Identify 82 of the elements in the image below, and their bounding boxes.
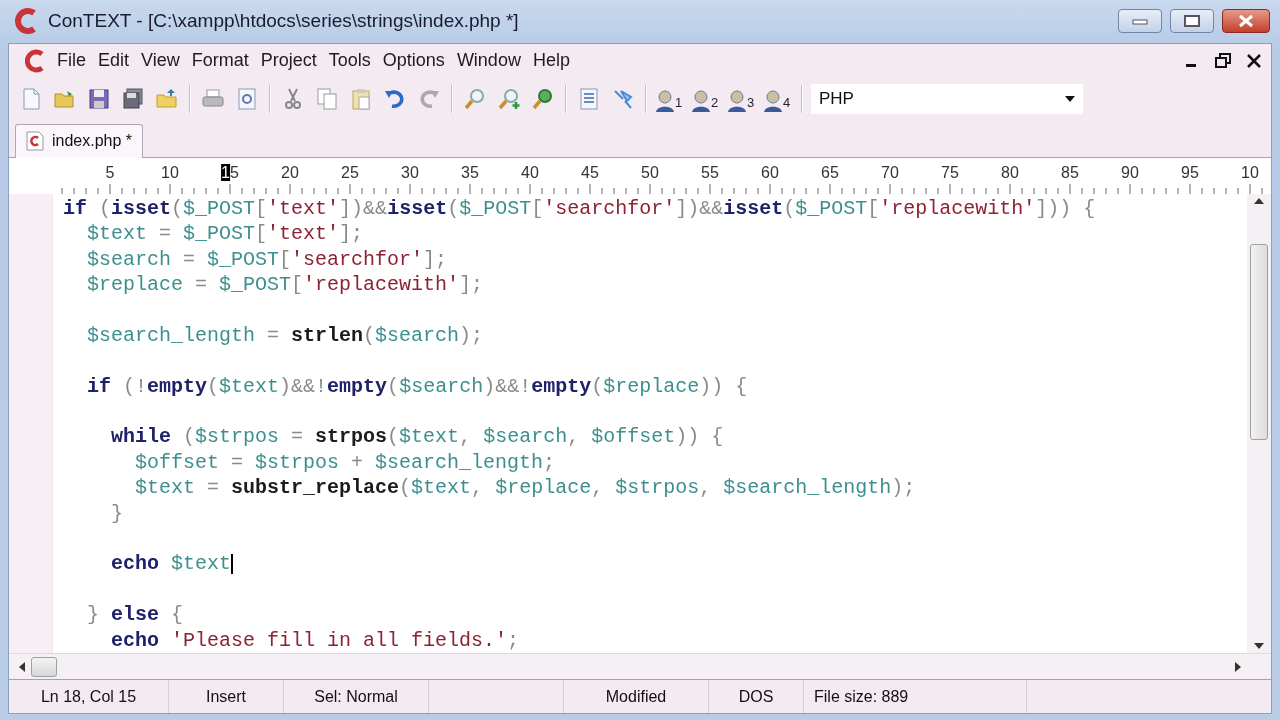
ruler-number: 65 bbox=[821, 162, 839, 183]
maximize-icon bbox=[1184, 15, 1200, 28]
document-list-icon bbox=[577, 86, 601, 111]
ruler-number: 15 bbox=[221, 162, 239, 183]
menu-item[interactable]: File bbox=[51, 45, 92, 77]
clipboard-icon bbox=[349, 86, 373, 111]
status-field: Sel: Normal bbox=[284, 680, 429, 713]
menu-item[interactable]: Format bbox=[185, 45, 255, 77]
maximize-button[interactable] bbox=[1170, 9, 1214, 34]
code-line: echo 'Please fill in all fields.'; bbox=[110, 627, 520, 653]
menu-item[interactable]: Tools bbox=[322, 45, 377, 77]
scroll-thumb[interactable] bbox=[1250, 243, 1268, 440]
restore-icon[interactable] bbox=[1215, 52, 1231, 69]
code-line: $replace = $_POST['replacewith']; bbox=[86, 272, 484, 298]
code-line: while ($strpos = strpos($text, $search, $offset)) { bbox=[110, 424, 724, 450]
floppy-disks-icon bbox=[121, 86, 145, 111]
code-line: $search_length = strlen($search); bbox=[86, 322, 484, 349]
user-button[interactable]: 1 bbox=[655, 84, 685, 113]
status-field: DOS bbox=[709, 680, 804, 713]
ruler-number: 55 bbox=[701, 162, 719, 183]
code-line: $offset = $strpos + $search_length; bbox=[134, 449, 556, 476]
scroll-down-icon[interactable] bbox=[1254, 643, 1264, 649]
code-line: } bbox=[110, 500, 123, 527]
menu-item[interactable]: Window bbox=[450, 45, 527, 77]
vertical-scrollbar[interactable] bbox=[1247, 193, 1271, 653]
status-field: Insert bbox=[169, 680, 284, 713]
caret-icon bbox=[1065, 95, 1075, 102]
scroll-left-icon[interactable] bbox=[19, 661, 25, 672]
copy-icon bbox=[315, 86, 339, 111]
page-preview-icon bbox=[235, 86, 259, 111]
close-button[interactable] bbox=[1222, 9, 1270, 34]
ruler-number: 35 bbox=[461, 162, 479, 183]
ruler-number: 80 bbox=[1001, 162, 1019, 183]
scroll-right-icon[interactable] bbox=[1235, 661, 1241, 672]
php-file-icon bbox=[26, 131, 44, 152]
close-icon[interactable] bbox=[1247, 53, 1261, 68]
scroll-thumb[interactable] bbox=[31, 656, 57, 677]
ruler-number: 60 bbox=[761, 162, 779, 183]
code-line: if (isset($_POST['text'])&&isset($_POST['searchfor'])&&isset($_POST['replacewith'])) { bbox=[63, 195, 1096, 222]
menu-item[interactable]: View bbox=[135, 45, 186, 77]
ruler-number: 10 bbox=[161, 162, 179, 183]
close-icon bbox=[1238, 14, 1254, 29]
search-next-icon bbox=[497, 86, 521, 111]
user-button[interactable]: 2 bbox=[691, 84, 721, 113]
ruler-number: 90 bbox=[1121, 162, 1139, 183]
code-line: $search = $_POST['searchfor']; bbox=[86, 246, 448, 273]
window-title: ConTEXT - [C:\xampp\htdocs\series\strings\index.php *] bbox=[48, 9, 519, 34]
status-field: File size: 889 bbox=[804, 680, 1027, 713]
status-field: Modified bbox=[564, 680, 709, 713]
ruler-number: 70 bbox=[881, 162, 899, 183]
ruler-number: 30 bbox=[401, 162, 419, 183]
menu-item[interactable]: Edit bbox=[92, 45, 136, 77]
ruler-number: 5 bbox=[105, 162, 115, 183]
menu-item[interactable]: Project bbox=[254, 45, 323, 77]
code-line: } else { bbox=[86, 602, 184, 628]
ruler-number: 50 bbox=[641, 162, 659, 183]
code-line: if (!empty($text)&&!empty($search)&&!empty($replace)) { bbox=[86, 373, 748, 400]
ruler-number: 75 bbox=[941, 162, 959, 183]
code-line: echo $text bbox=[110, 551, 234, 577]
ruler-number: 40 bbox=[521, 162, 539, 183]
file-tab[interactable]: index.php * bbox=[15, 123, 144, 158]
ruler-number: 10 bbox=[1241, 162, 1259, 183]
code-line: $text = $_POST['text']; bbox=[86, 221, 364, 247]
ruler-number: 85 bbox=[1061, 162, 1079, 183]
user-button[interactable]: 4 bbox=[763, 84, 793, 113]
ruler-number: 45 bbox=[581, 162, 599, 183]
code-line: $text = substr_replace($text, $replace, $strpos, $search_length); bbox=[134, 475, 916, 501]
menu-item[interactable]: Help bbox=[526, 45, 576, 77]
highlighter-dropdown[interactable]: PHP bbox=[811, 83, 1083, 114]
menu-item[interactable]: Options bbox=[376, 45, 451, 77]
user-button[interactable]: 3 bbox=[727, 84, 757, 113]
ruler-number: 95 bbox=[1181, 162, 1199, 183]
search-replace-icon bbox=[531, 86, 555, 111]
status-field: Ln 18, Col 15 bbox=[9, 680, 169, 713]
ruler-number: 25 bbox=[341, 162, 359, 183]
search-icon bbox=[463, 86, 487, 111]
minimize-icon bbox=[1132, 17, 1148, 26]
scroll-up-icon[interactable] bbox=[1254, 197, 1264, 204]
minimize-button[interactable] bbox=[1118, 9, 1162, 34]
ruler-number: 20 bbox=[281, 162, 299, 183]
horizontal-scrollbar[interactable] bbox=[9, 653, 1271, 679]
folder-icon bbox=[155, 86, 179, 111]
